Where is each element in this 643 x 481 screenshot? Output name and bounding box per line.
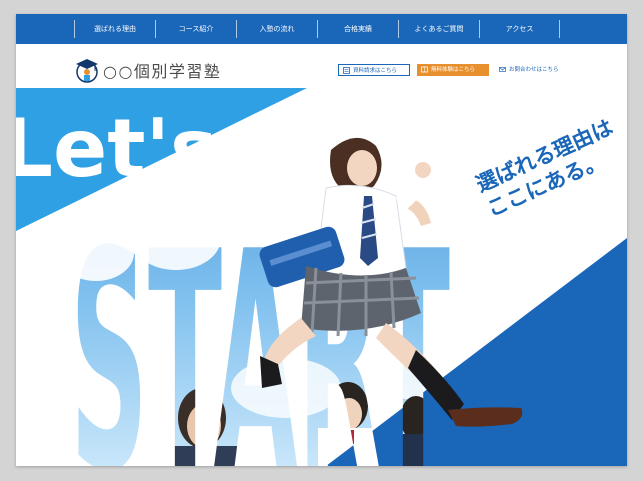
graduation-cap-logo-icon bbox=[76, 59, 98, 83]
site-logo[interactable]: ○○個別学習塾 bbox=[74, 57, 221, 83]
contact-link[interactable]: お問合わせはこちら bbox=[495, 64, 581, 76]
free-trial-button[interactable]: 無料体験はこちら bbox=[417, 64, 489, 76]
nav-item-access[interactable]: アクセス bbox=[479, 20, 560, 38]
lets-headline: Let's bbox=[16, 102, 218, 195]
document-icon bbox=[343, 67, 350, 74]
global-navigation: 選ばれる理由 コース紹介 入塾の流れ 合格実績 よくあるご質問 アクセス bbox=[16, 14, 627, 44]
student-portrait-right bbox=[400, 396, 432, 440]
request-materials-button[interactable]: 資料請求はこちら bbox=[338, 64, 410, 76]
hero-banner: START Let's bbox=[16, 88, 627, 466]
nav-item-faq[interactable]: よくあるご質問 bbox=[398, 20, 479, 38]
nav-item-results[interactable]: 合格実績 bbox=[317, 20, 398, 38]
book-icon bbox=[421, 66, 428, 73]
browser-viewport: 選ばれる理由 コース紹介 入塾の流れ 合格実績 よくあるご質問 アクセス ○○個… bbox=[16, 14, 627, 466]
nav-list: 選ばれる理由 コース紹介 入塾の流れ 合格実績 よくあるご質問 アクセス bbox=[74, 20, 560, 38]
nav-item-courses[interactable]: コース紹介 bbox=[155, 20, 236, 38]
contact-label: お問合わせはこちら bbox=[509, 67, 559, 73]
nav-item-reasons[interactable]: 選ばれる理由 bbox=[74, 20, 155, 38]
mail-icon bbox=[499, 67, 506, 72]
request-materials-label: 資料請求はこちら bbox=[353, 68, 398, 74]
free-trial-label: 無料体験はこちら bbox=[431, 67, 476, 73]
brand-name: ○○個別学習塾 bbox=[103, 62, 222, 81]
nav-item-enrollment-flow[interactable]: 入塾の流れ bbox=[236, 20, 317, 38]
